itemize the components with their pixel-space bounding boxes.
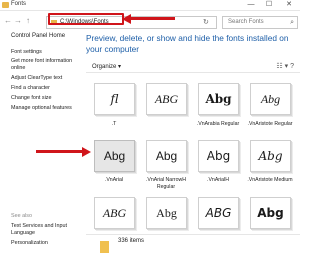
details-pane: 336 items <box>86 234 300 257</box>
see-also-heading: See also <box>11 213 32 219</box>
close-button[interactable]: ✕ <box>282 0 296 11</box>
font-preview: ABG <box>154 92 179 106</box>
fonts-folder-icon <box>2 2 9 8</box>
font-preview: Abg <box>103 149 126 163</box>
annotation-arrow-shaft <box>36 150 84 153</box>
font-preview: ABG <box>102 206 127 220</box>
organize-button[interactable]: Organize ▾ <box>92 63 121 70</box>
font-tile-selected[interactable]: Abg <box>94 140 135 172</box>
sidebar-link-text-services[interactable]: Text Services and Input Language <box>11 223 77 237</box>
view-options-icons[interactable]: ☷ ▾ ? <box>276 62 294 70</box>
font-label: .VnArabia Regular <box>196 121 240 127</box>
back-button[interactable]: ← <box>4 16 12 25</box>
annotation-arrow-shaft <box>130 17 175 20</box>
fonts-folder-icon <box>100 241 109 253</box>
font-tile[interactable]: Abg <box>250 83 291 115</box>
font-preview: Abg <box>156 206 177 220</box>
font-label: .VnArialH <box>207 177 229 183</box>
minimize-button[interactable]: — <box>244 0 258 11</box>
font-tile[interactable]: Abg <box>198 83 239 115</box>
font-tile[interactable]: Abg <box>250 197 291 229</box>
search-box[interactable]: Search Fonts ⌕ <box>222 16 298 29</box>
font-label: .T <box>111 121 117 127</box>
font-tile[interactable]: ABG <box>146 83 187 115</box>
font-preview: Abg <box>205 92 232 106</box>
annotation-highlight-box <box>48 13 124 25</box>
sidebar-link-personalization[interactable]: Personalization <box>11 240 48 247</box>
font-tile[interactable]: ABG <box>94 197 135 229</box>
sidebar-link-cleartype[interactable]: Adjust ClearType text <box>11 75 62 82</box>
font-preview: Abg <box>258 149 283 163</box>
font-tile[interactable]: Abg <box>198 140 239 172</box>
forward-button[interactable]: → <box>14 16 22 25</box>
item-count: 336 items <box>118 238 145 244</box>
font-label: .VnAristote Medium <box>247 177 293 183</box>
font-preview: Abg <box>257 206 284 220</box>
up-button[interactable]: ↑ <box>26 16 30 25</box>
font-preview: Abg <box>260 92 281 106</box>
font-tile[interactable]: ABG <box>198 197 239 229</box>
main-pane: Preview, delete, or show and hide the fo… <box>86 30 300 257</box>
command-bar: Organize ▾ ☷ ▾ ? <box>86 60 300 73</box>
sidebar-link-find-character[interactable]: Find a character <box>11 85 50 92</box>
sidebar-link-optional-features[interactable]: Manage optional features <box>11 105 72 112</box>
font-preview: ABG <box>205 206 232 220</box>
font-label: .VnAristote Regular <box>247 121 293 127</box>
page-heading: Preview, delete, or show and hide the fo… <box>86 33 289 54</box>
control-panel-home-link[interactable]: Control Panel Home <box>11 33 65 39</box>
maximize-button[interactable]: ☐ <box>262 0 276 11</box>
sidebar-link-font-settings[interactable]: Font settings <box>11 49 42 56</box>
navigation-bar: ← → ↑ C:\Windows\Fonts ↻ Search Fonts ⌕ <box>0 11 300 30</box>
search-icon: ⌕ <box>290 19 294 26</box>
search-placeholder: Search Fonts <box>228 19 264 25</box>
font-tile[interactable]: ﬂ <box>94 83 135 115</box>
font-label: .VnArial NarrowH Regular <box>145 177 187 190</box>
sidebar-link-change-font-size[interactable]: Change font size <box>11 95 51 102</box>
sidebar-link-more-font-info[interactable]: Get more font information online <box>11 58 77 72</box>
annotation-arrow-head <box>122 13 131 24</box>
font-preview: ﬂ <box>110 92 119 106</box>
font-tile[interactable]: Abg <box>250 140 291 172</box>
title-bar: Fonts — ☐ ✕ <box>0 0 300 11</box>
font-preview: Abg <box>206 149 231 163</box>
font-tile[interactable]: Abg <box>146 197 187 229</box>
font-tile[interactable]: Abg <box>146 140 187 172</box>
font-preview: Abg <box>155 149 178 163</box>
sidebar: Control Panel Home Font settings Get mor… <box>0 30 80 257</box>
annotation-arrow-head <box>82 146 91 157</box>
font-label: .VnArial <box>104 177 124 183</box>
window-title: Fonts <box>11 1 27 7</box>
refresh-icon[interactable]: ↻ <box>203 18 209 26</box>
